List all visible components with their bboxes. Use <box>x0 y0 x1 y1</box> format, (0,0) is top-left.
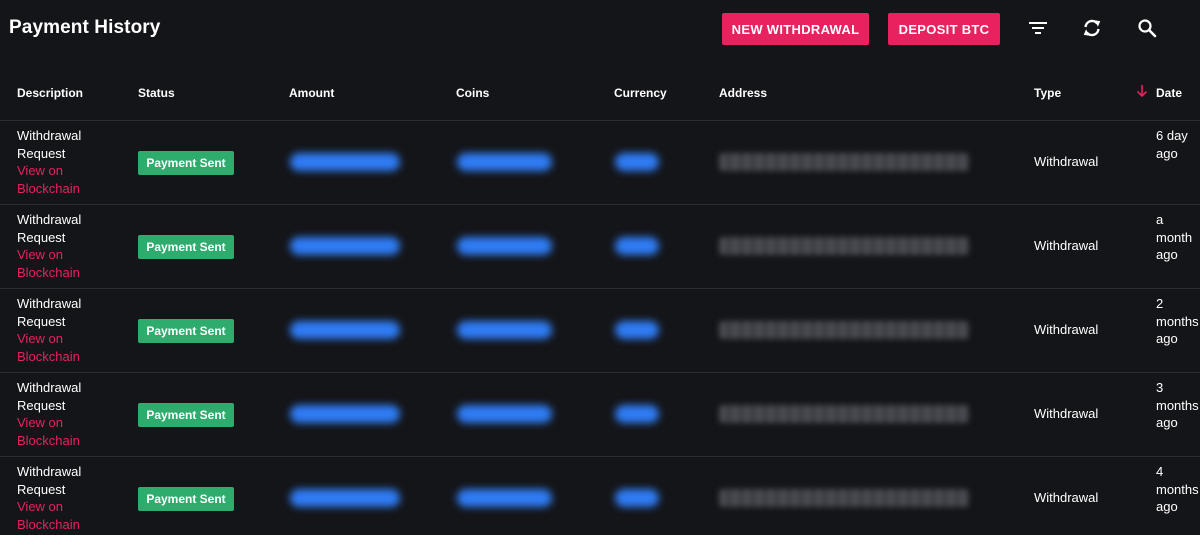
top-bar: Payment History NEW WITHDRAWAL DEPOSIT B… <box>0 0 1200 60</box>
deposit-btc-button[interactable]: DEPOSIT BTC <box>888 13 1000 45</box>
column-header-amount[interactable]: Amount <box>289 86 334 100</box>
date-text: ago <box>1156 331 1178 347</box>
amount-redacted <box>290 237 400 255</box>
currency-redacted <box>615 237 659 255</box>
description-text: Request <box>17 481 66 497</box>
date-text: ago <box>1156 247 1178 263</box>
coins-redacted <box>457 153 552 171</box>
table-row: Withdrawal Request View on Blockchain Pa… <box>0 121 1200 205</box>
view-on-blockchain-link[interactable]: Blockchain <box>17 348 117 366</box>
currency-redacted <box>615 405 659 423</box>
column-header-address[interactable]: Address <box>719 86 767 100</box>
refresh-icon[interactable] <box>1080 16 1104 40</box>
date-text: months <box>1156 397 1199 413</box>
status-badge: Payment Sent <box>138 235 234 259</box>
status-badge: Payment Sent <box>138 487 234 511</box>
date-cell: 6 day ago <box>1156 127 1200 162</box>
status-badge: Payment Sent <box>138 319 234 343</box>
column-header-date[interactable]: Date <box>1156 86 1182 100</box>
date-cell: 4 months ago <box>1156 463 1200 516</box>
table-body: Withdrawal Request View on Blockchain Pa… <box>0 121 1200 535</box>
description-text: Withdrawal <box>17 296 82 311</box>
coins-redacted <box>457 237 552 255</box>
view-on-blockchain-link[interactable]: Blockchain <box>17 432 117 450</box>
table-row: Withdrawal Request View on Blockchain Pa… <box>0 205 1200 289</box>
column-header-currency[interactable]: Currency <box>614 86 667 100</box>
date-text: 3 <box>1156 380 1164 395</box>
address-redacted <box>719 237 969 255</box>
column-header-type[interactable]: Type <box>1034 86 1061 100</box>
date-text: months <box>1156 481 1199 497</box>
currency-redacted <box>615 321 659 339</box>
column-header-status[interactable]: Status <box>138 86 175 100</box>
table-row: Withdrawal Request View on Blockchain Pa… <box>0 373 1200 457</box>
view-on-blockchain-link[interactable]: Blockchain <box>17 264 117 282</box>
description-text: Request <box>17 145 66 161</box>
amount-redacted <box>290 153 400 171</box>
currency-redacted <box>615 489 659 507</box>
description-cell: Withdrawal Request View on Blockchain <box>17 463 117 534</box>
view-on-blockchain-link[interactable]: View on <box>17 162 117 180</box>
date-cell: 2 months ago <box>1156 295 1200 348</box>
search-icon[interactable] <box>1135 16 1159 40</box>
table-row: Withdrawal Request View on Blockchain Pa… <box>0 289 1200 373</box>
description-cell: Withdrawal Request View on Blockchain <box>17 127 117 198</box>
date-text: 6 day <box>1156 128 1188 143</box>
description-cell: Withdrawal Request View on Blockchain <box>17 379 117 450</box>
view-on-blockchain-link[interactable]: View on <box>17 414 117 432</box>
type-cell: Withdrawal <box>1034 154 1099 169</box>
new-withdrawal-button[interactable]: NEW WITHDRAWAL <box>722 13 869 45</box>
payment-history-page: Payment History NEW WITHDRAWAL DEPOSIT B… <box>0 0 1200 535</box>
coins-redacted <box>457 489 552 507</box>
view-on-blockchain-link[interactable]: Blockchain <box>17 180 117 198</box>
status-badge: Payment Sent <box>138 151 234 175</box>
description-text: Request <box>17 313 66 329</box>
date-text: months <box>1156 313 1199 329</box>
address-redacted <box>719 153 969 171</box>
date-text: ago <box>1156 499 1178 515</box>
date-cell: a month ago <box>1156 211 1200 264</box>
description-text: Withdrawal <box>17 464 82 479</box>
sort-descending-arrow-icon[interactable] <box>1136 84 1148 98</box>
amount-redacted <box>290 405 400 423</box>
date-text: 2 <box>1156 296 1164 311</box>
table-header: Description Status Amount Coins Currency… <box>0 68 1200 121</box>
address-redacted <box>719 321 969 339</box>
type-cell: Withdrawal <box>1034 406 1099 421</box>
view-on-blockchain-link[interactable]: View on <box>17 330 117 348</box>
currency-redacted <box>615 153 659 171</box>
filter-icon[interactable] <box>1026 16 1050 40</box>
description-text: Withdrawal <box>17 128 82 143</box>
table-row: Withdrawal Request View on Blockchain Pa… <box>0 457 1200 535</box>
date-cell: 3 months ago <box>1156 379 1200 432</box>
view-on-blockchain-link[interactable]: View on <box>17 498 117 516</box>
description-cell: Withdrawal Request View on Blockchain <box>17 295 117 366</box>
date-text: ago <box>1156 415 1178 431</box>
description-cell: Withdrawal Request View on Blockchain <box>17 211 117 282</box>
status-badge: Payment Sent <box>138 403 234 427</box>
address-redacted <box>719 489 969 507</box>
payment-table: Description Status Amount Coins Currency… <box>0 68 1200 535</box>
description-text: Request <box>17 397 66 413</box>
view-on-blockchain-link[interactable]: Blockchain <box>17 516 117 534</box>
description-text: Withdrawal <box>17 380 82 395</box>
date-text: month <box>1156 229 1193 245</box>
view-on-blockchain-link[interactable]: View on <box>17 246 117 264</box>
column-header-coins[interactable]: Coins <box>456 86 489 100</box>
address-redacted <box>719 405 969 423</box>
coins-redacted <box>457 405 552 423</box>
amount-redacted <box>290 489 400 507</box>
type-cell: Withdrawal <box>1034 322 1099 337</box>
date-text: ago <box>1156 145 1178 161</box>
amount-redacted <box>290 321 400 339</box>
date-text: a <box>1156 212 1164 227</box>
column-header-description[interactable]: Description <box>17 86 83 100</box>
date-text: 4 <box>1156 464 1164 479</box>
type-cell: Withdrawal <box>1034 490 1099 505</box>
description-text: Request <box>17 229 66 245</box>
type-cell: Withdrawal <box>1034 238 1099 253</box>
page-title: Payment History <box>9 17 161 38</box>
coins-redacted <box>457 321 552 339</box>
description-text: Withdrawal <box>17 212 82 227</box>
